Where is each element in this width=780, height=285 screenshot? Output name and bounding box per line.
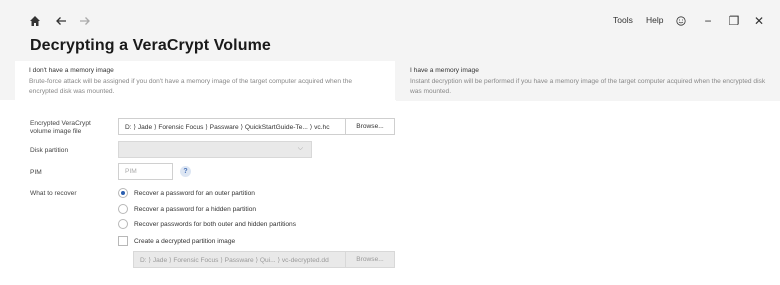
- home-icon[interactable]: [26, 12, 44, 30]
- option-label: Recover a password for an outer partitio…: [134, 189, 255, 197]
- create-image-option[interactable]: Create a decrypted partition image: [118, 236, 235, 246]
- menu-help[interactable]: Help: [646, 15, 663, 25]
- back-arrow-icon[interactable]: [52, 12, 70, 30]
- pim-label: PIM: [30, 169, 42, 176]
- disk-partition-label: Disk partition: [30, 147, 69, 154]
- checkbox[interactable]: [118, 236, 128, 246]
- option-label: Create a decrypted partition image: [134, 237, 236, 245]
- option-outer-partition[interactable]: Recover a password for an outer partitio…: [118, 188, 255, 198]
- tab-description: Instant decryption will be performed if …: [410, 78, 766, 95]
- tab-no-memory-image[interactable]: I don't have a memory image Brute-force …: [15, 61, 395, 101]
- minimize-button[interactable]: −: [700, 12, 716, 30]
- disk-partition-select[interactable]: ⌵: [118, 141, 312, 158]
- page-title: Decrypting a VeraCrypt Volume: [30, 37, 271, 54]
- tab-memory-image[interactable]: I have a memory image Instant decryption…: [396, 61, 780, 101]
- maximize-button[interactable]: ❐: [726, 12, 742, 30]
- output-path-field: D: ⟩ Jade ⟩ Forensic Focus ⟩ Passware ⟩ …: [133, 251, 346, 268]
- smile-icon[interactable]: [673, 12, 689, 30]
- tab-description: Brute-force attack will be assigned if y…: [29, 78, 353, 95]
- browse-button[interactable]: Browse...: [345, 118, 395, 135]
- option-label: Recover passwords for both outer and hid…: [134, 220, 297, 228]
- pim-input[interactable]: PIM: [118, 163, 173, 180]
- forward-arrow-icon[interactable]: [76, 12, 94, 30]
- tab-title: I don't have a memory image: [29, 67, 114, 74]
- option-both-partitions[interactable]: Recover passwords for both outer and hid…: [118, 219, 296, 229]
- attack-type-tabs: I don't have a memory image Brute-force …: [15, 61, 780, 101]
- file-label: Encrypted VeraCrypt volume image file: [30, 120, 91, 135]
- volume-file-field[interactable]: D: ⟩ Jade ⟩ Forensic Focus ⟩ Passware ⟩ …: [118, 118, 346, 135]
- menu-tools[interactable]: Tools: [613, 15, 633, 25]
- option-label: Recover a password for a hidden partitio…: [134, 205, 257, 213]
- help-icon[interactable]: ?: [180, 166, 191, 177]
- radio-button[interactable]: [118, 188, 128, 198]
- recover-label: What to recover: [30, 190, 77, 197]
- output-browse-button: Browse...: [345, 251, 395, 268]
- tab-title: I have a memory image: [410, 67, 479, 74]
- radio-button[interactable]: [118, 204, 128, 214]
- option-hidden-partition[interactable]: Recover a password for a hidden partitio…: [118, 204, 256, 214]
- close-button[interactable]: ✕: [751, 12, 767, 30]
- radio-button[interactable]: [118, 219, 128, 229]
- chevron-down-icon: ⌵: [297, 145, 303, 152]
